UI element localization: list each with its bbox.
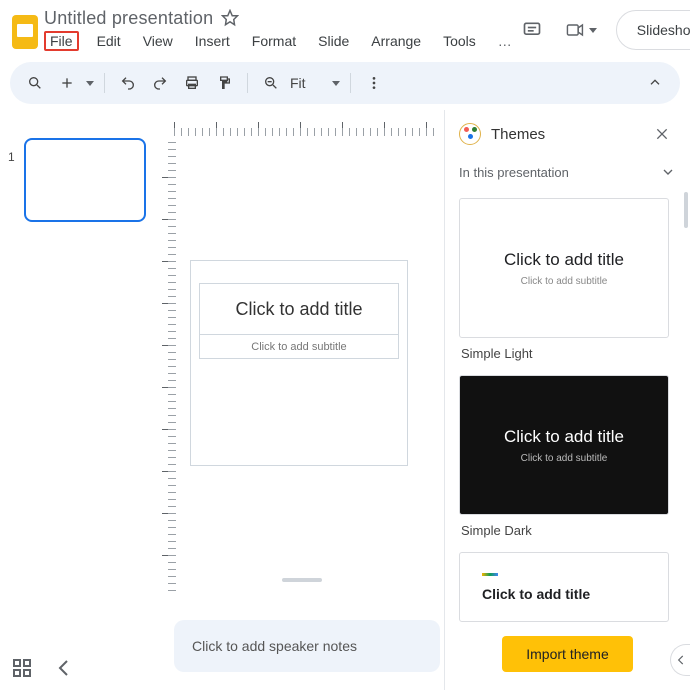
menubar: File Edit View Insert Format Slide Arran… bbox=[44, 31, 516, 51]
menu-arrange[interactable]: Arrange bbox=[367, 31, 425, 51]
menu-slide[interactable]: Slide bbox=[314, 31, 353, 51]
chevron-down-icon bbox=[589, 28, 597, 33]
search-icon[interactable] bbox=[22, 70, 48, 96]
chevron-down-icon bbox=[660, 164, 676, 180]
palette-icon bbox=[459, 123, 481, 145]
zoom-label: Fit bbox=[290, 75, 306, 91]
star-icon[interactable] bbox=[221, 9, 239, 27]
chevron-left-icon[interactable] bbox=[52, 656, 76, 680]
collapse-toolbar-icon[interactable] bbox=[642, 70, 668, 96]
themes-panel: Themes In this presentation Click to add… bbox=[444, 110, 690, 690]
slideshow-pill: Slideshow bbox=[616, 10, 690, 50]
theme-card-simple-light[interactable]: Click to add title Click to add subtitle bbox=[459, 198, 669, 338]
canvas-area: Click to add title Click to add subtitle… bbox=[160, 110, 444, 690]
themes-section-toggle[interactable]: In this presentation bbox=[445, 154, 690, 184]
slide-thumbnail-panel: 1 bbox=[0, 110, 160, 690]
menu-view[interactable]: View bbox=[139, 31, 177, 51]
accent-bar bbox=[482, 573, 498, 576]
themes-title: Themes bbox=[491, 126, 545, 143]
grid-view-icon[interactable] bbox=[10, 656, 34, 680]
zoom-dropdown[interactable]: Fit bbox=[290, 75, 340, 91]
menu-file[interactable]: File bbox=[44, 31, 79, 51]
theme-card-3[interactable]: Click to add title bbox=[459, 552, 669, 622]
menu-insert[interactable]: Insert bbox=[191, 31, 234, 51]
menu-edit[interactable]: Edit bbox=[93, 31, 125, 51]
zoom-out-icon[interactable] bbox=[258, 70, 284, 96]
slide-canvas[interactable]: Click to add title Click to add subtitle bbox=[190, 260, 408, 466]
theme-preview-title: Click to add title bbox=[504, 250, 624, 270]
themes-section-label: In this presentation bbox=[459, 165, 569, 180]
vertical-ruler bbox=[158, 136, 176, 596]
title-placeholder[interactable]: Click to add title bbox=[199, 283, 399, 335]
slides-logo[interactable] bbox=[12, 16, 38, 48]
paint-format-button[interactable] bbox=[211, 70, 237, 96]
theme-preview-title: Click to add title bbox=[504, 427, 624, 447]
redo-button[interactable] bbox=[147, 70, 173, 96]
chevron-down-icon bbox=[332, 81, 340, 86]
import-theme-button[interactable]: Import theme bbox=[502, 636, 632, 672]
undo-button[interactable] bbox=[115, 70, 141, 96]
meet-icon[interactable] bbox=[562, 14, 602, 46]
new-slide-button[interactable] bbox=[54, 70, 80, 96]
theme-name: Simple Dark bbox=[461, 523, 676, 538]
close-icon[interactable] bbox=[648, 120, 676, 148]
slideshow-button[interactable]: Slideshow bbox=[617, 22, 690, 38]
subtitle-placeholder[interactable]: Click to add subtitle bbox=[199, 335, 399, 359]
theme-preview-subtitle: Click to add subtitle bbox=[521, 453, 608, 464]
menu-more[interactable]: … bbox=[494, 31, 516, 51]
menu-tools[interactable]: Tools bbox=[439, 31, 480, 51]
theme-name: Simple Light bbox=[461, 346, 676, 361]
slide-thumbnail-1[interactable] bbox=[24, 138, 146, 222]
more-tools-icon[interactable] bbox=[361, 70, 387, 96]
chevron-down-icon[interactable] bbox=[86, 81, 94, 86]
resize-grip[interactable] bbox=[282, 578, 322, 582]
toolbar: Fit bbox=[10, 62, 680, 104]
slide-number: 1 bbox=[8, 150, 18, 222]
speaker-notes[interactable]: Click to add speaker notes bbox=[174, 620, 440, 672]
horizontal-ruler bbox=[174, 118, 440, 136]
document-title[interactable]: Untitled presentation bbox=[44, 8, 213, 29]
print-button[interactable] bbox=[179, 70, 205, 96]
divider bbox=[104, 73, 105, 93]
scrollbar[interactable] bbox=[684, 192, 688, 228]
theme-card-simple-dark[interactable]: Click to add title Click to add subtitle bbox=[459, 375, 669, 515]
divider bbox=[247, 73, 248, 93]
theme-preview-title: Click to add title bbox=[482, 586, 590, 602]
comments-icon[interactable] bbox=[516, 14, 548, 46]
menu-format[interactable]: Format bbox=[248, 31, 300, 51]
divider bbox=[350, 73, 351, 93]
theme-preview-subtitle: Click to add subtitle bbox=[521, 276, 608, 287]
